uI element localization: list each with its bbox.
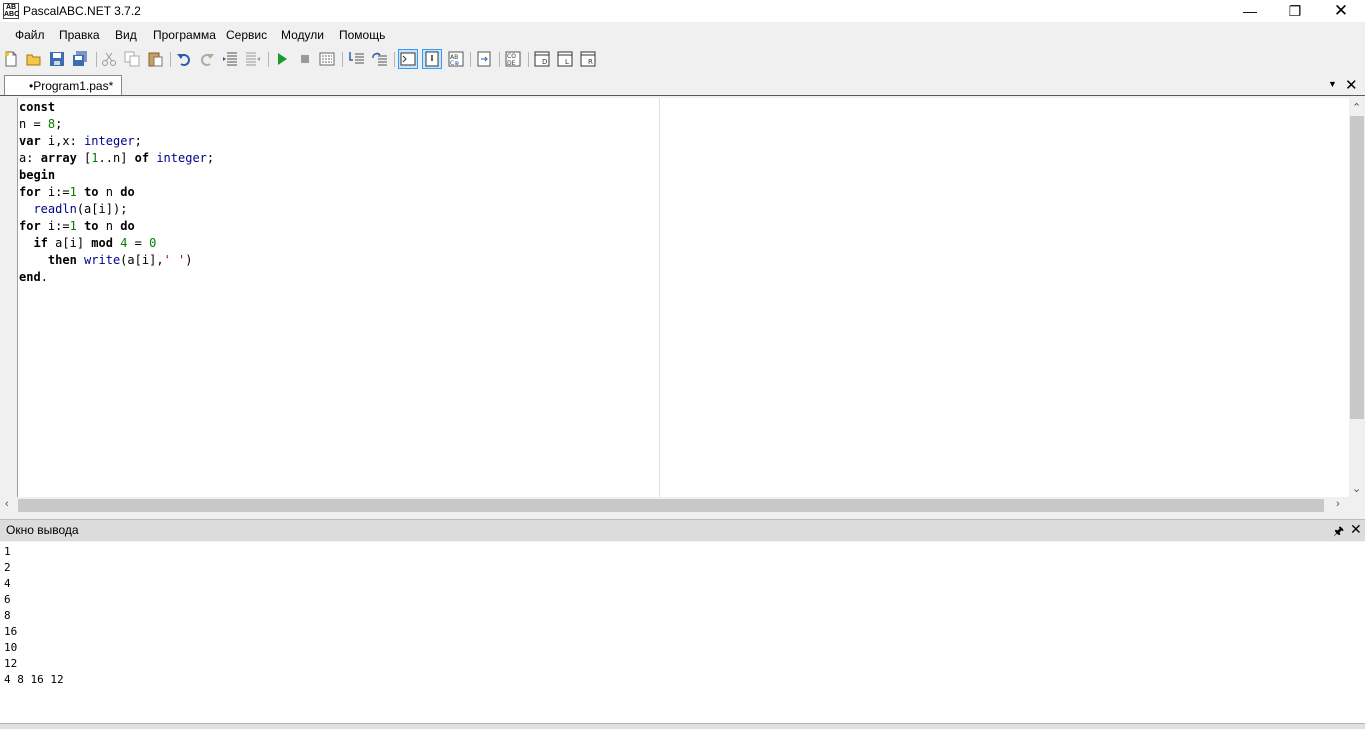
menu-view[interactable]: Вид [115, 28, 137, 42]
menu-program[interactable]: Программа [153, 28, 216, 42]
navigate-icon[interactable] [476, 51, 492, 67]
menu-file[interactable]: Файл [15, 28, 45, 42]
output-line: 2 [4, 561, 11, 574]
scroll-down-icon[interactable]: ⌄ [1352, 482, 1361, 495]
indent-icon[interactable] [222, 51, 238, 67]
output-line: 8 [4, 609, 11, 622]
copy-icon[interactable] [124, 51, 140, 67]
restore-icon[interactable]: ❐ [1272, 0, 1318, 22]
output-line: 4 [4, 577, 11, 590]
svg-text:CO: CO [507, 53, 516, 60]
svg-text:L: L [565, 58, 569, 66]
code-line: for i:=1 to n do [19, 219, 135, 233]
stop-icon[interactable] [297, 51, 313, 67]
code-line: const [19, 100, 56, 114]
step-over-icon[interactable] [372, 51, 388, 67]
code-line: readln(a[i]); [33, 202, 128, 216]
right-margin-line [659, 98, 660, 497]
new-file-icon[interactable] [3, 51, 19, 67]
open-icon[interactable] [26, 51, 42, 67]
svg-text:D: D [542, 58, 547, 66]
watch-icon[interactable]: ABC⊕ [448, 51, 464, 67]
code-line: begin [19, 168, 56, 182]
paste-icon[interactable] [147, 51, 163, 67]
menu-help[interactable]: Помощь [339, 28, 385, 42]
app-icon-text: AB ABC [4, 4, 20, 18]
unindent-icon[interactable] [245, 51, 261, 67]
code-line: a: array [1..n] of integer; [19, 151, 215, 165]
code-line: n = 8; [19, 117, 63, 131]
code-line: if a[i] mod 4 = 0 [33, 236, 157, 250]
toolbar-separator [394, 52, 395, 67]
run-icon[interactable] [274, 51, 290, 67]
tab-program1[interactable]: •Program1.pas* [4, 75, 122, 95]
editor-gutter [0, 98, 18, 497]
toolbar-separator [96, 52, 97, 67]
scroll-up-icon[interactable]: ⌃ [1352, 101, 1361, 114]
save-icon[interactable] [49, 51, 65, 67]
scroll-right-icon[interactable]: › [1336, 498, 1340, 510]
title-bar [0, 0, 1365, 22]
output-text: 1 2 4 6 8 16 10 12 4 8 16 12 [4, 544, 64, 688]
output-panel-header [0, 519, 1365, 541]
undo-icon[interactable] [176, 51, 192, 67]
scroll-left-icon[interactable]: ‹ [5, 498, 9, 510]
pin-icon[interactable]: 🖈 [1333, 522, 1344, 543]
save-all-icon[interactable] [72, 51, 88, 67]
code-line: var i,x: integer; [19, 134, 142, 148]
console-toggle-icon[interactable] [400, 51, 416, 67]
output-toggle-icon[interactable] [424, 51, 440, 67]
cut-icon[interactable] [101, 51, 117, 67]
redo-icon[interactable] [199, 51, 215, 67]
toolbox-icon[interactable]: L [557, 51, 573, 67]
output-line: 6 [4, 593, 11, 606]
toolbar-separator [170, 52, 171, 67]
menu-service[interactable]: Сервис [226, 28, 267, 42]
toolbar-separator [528, 52, 529, 67]
svg-text:C⊕: C⊕ [450, 60, 459, 67]
app-icon: AB ABC [3, 3, 19, 19]
window-title: PascalABC.NET 3.7.2 [23, 4, 141, 18]
tab-label: •Program1.pas* [29, 79, 114, 93]
output-line: 10 [4, 641, 18, 654]
code-line: end. [19, 270, 48, 284]
toolbar-separator [470, 52, 471, 67]
output-line: 16 [4, 625, 18, 638]
code-text[interactable]: const n = 8; var i,x: integer; a: array … [19, 99, 214, 286]
output-line: 1 [4, 545, 11, 558]
step-into-icon[interactable] [349, 51, 365, 67]
horizontal-scroll-thumb[interactable] [18, 499, 1324, 512]
toolbar-separator [268, 52, 269, 67]
close-output-icon[interactable]: ✕ [1350, 521, 1362, 538]
vertical-scroll-thumb[interactable] [1350, 116, 1364, 419]
tab-list-icon[interactable]: ▼ [1328, 79, 1337, 89]
code-icon[interactable]: CODE [505, 51, 521, 67]
close-icon[interactable]: ✕ [1318, 0, 1364, 22]
toolbar-separator [499, 52, 500, 67]
output-line: 12 [4, 657, 18, 670]
compile-icon[interactable] [319, 51, 335, 67]
svg-text:R: R [588, 58, 593, 66]
tab-strip [0, 75, 1365, 96]
close-tab-icon[interactable]: ✕ [1345, 76, 1358, 94]
code-line: for i:=1 to n do [19, 185, 135, 199]
code-editor[interactable] [18, 98, 1350, 497]
form-designer-icon[interactable]: D [534, 51, 550, 67]
output-line: 4 8 16 12 [4, 673, 64, 686]
code-line: then write(a[i],' ') [47, 253, 193, 267]
output-window[interactable] [0, 542, 1365, 724]
properties-icon[interactable]: R [580, 51, 596, 67]
toolbar-separator [342, 52, 343, 67]
minimize-icon[interactable]: — [1227, 0, 1273, 22]
menu-edit[interactable]: Правка [59, 28, 100, 42]
menu-modules[interactable]: Модули [281, 28, 324, 42]
svg-text:DE: DE [507, 60, 516, 67]
output-panel-title: Окно вывода [6, 523, 79, 537]
status-bar [0, 723, 1365, 729]
